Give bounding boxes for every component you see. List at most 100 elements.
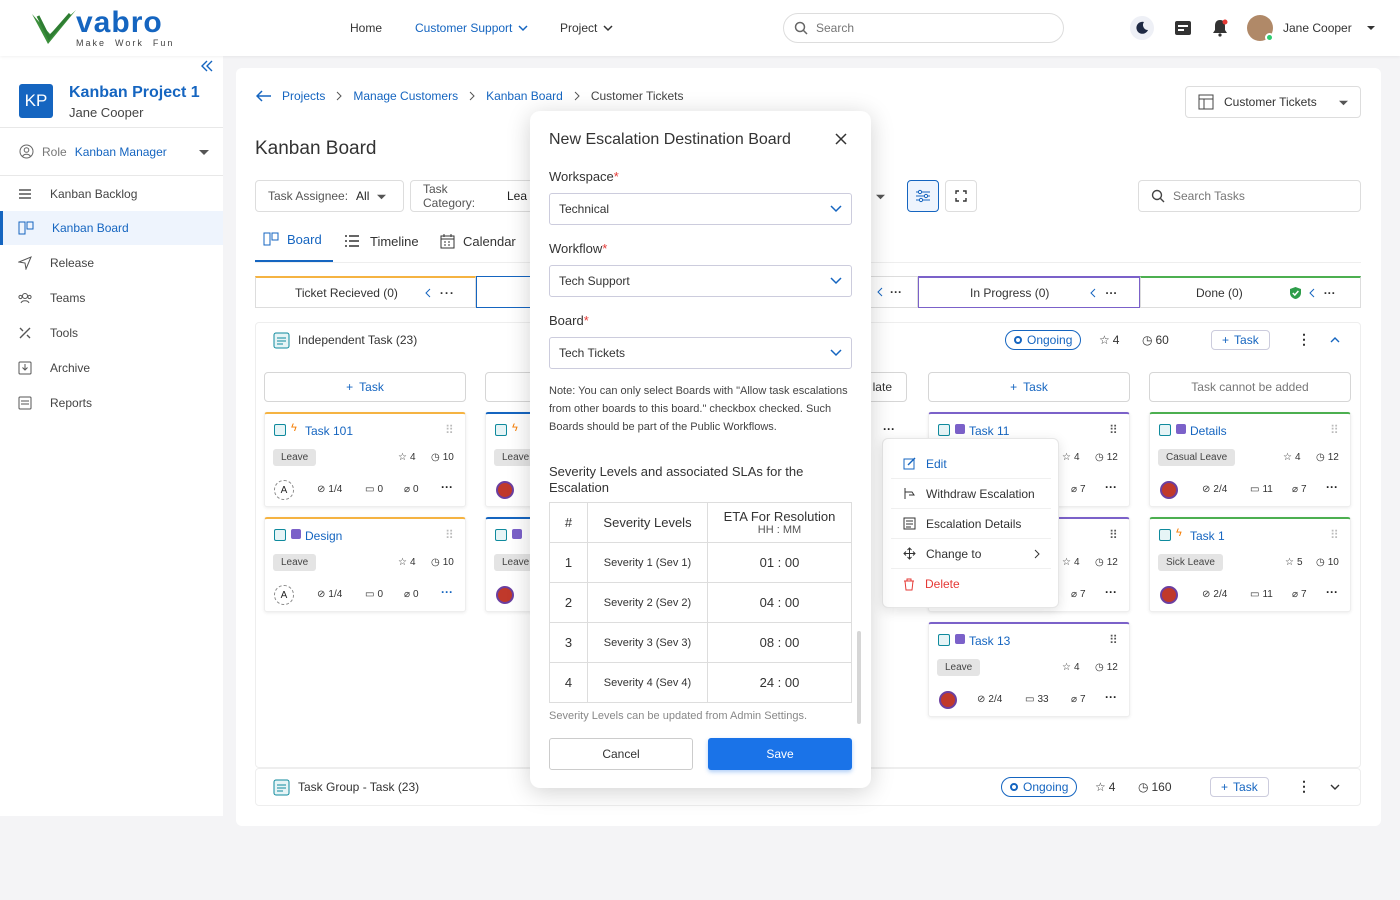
- sidebar-item-archive[interactable]: Archive: [0, 351, 223, 385]
- user-menu[interactable]: Jane Cooper: [1283, 21, 1376, 35]
- user-avatar[interactable]: [1247, 15, 1274, 42]
- menu-item-delete[interactable]: Delete: [891, 569, 1051, 599]
- save-button[interactable]: Save: [708, 738, 852, 770]
- tab-calendar[interactable]: Calendar: [440, 234, 516, 249]
- sidebar-item-teams[interactable]: Teams: [0, 281, 223, 315]
- add-task-button-col1[interactable]: + Task: [264, 372, 466, 402]
- chevron-left-icon[interactable]: [1089, 288, 1097, 298]
- chevron-up-icon[interactable]: [1330, 336, 1340, 344]
- chevron-down-icon[interactable]: [1330, 783, 1340, 791]
- sla-eta[interactable]: 24 : 00: [707, 662, 852, 703]
- search-input[interactable]: [816, 21, 1036, 35]
- more-icon[interactable]: ···: [1105, 585, 1117, 599]
- task-title[interactable]: Task 101: [305, 424, 353, 438]
- vabro-logo[interactable]: vabro Make Work Fun: [30, 8, 174, 48]
- task-title[interactable]: Design: [305, 529, 342, 543]
- chevron-left-icon[interactable]: [876, 287, 884, 297]
- chevron-left-icon[interactable]: [424, 288, 432, 298]
- notification-bell-icon[interactable]: [1212, 19, 1228, 37]
- assignee-avatar[interactable]: [939, 691, 957, 709]
- drag-handle-icon[interactable]: ⠿: [1330, 423, 1339, 437]
- add-task-button[interactable]: + Task: [1211, 330, 1270, 350]
- breadcrumb-projects[interactable]: Projects: [282, 89, 325, 103]
- collapse-sidebar-icon[interactable]: [200, 60, 214, 72]
- nav-project[interactable]: Project: [560, 21, 613, 35]
- task-title[interactable]: Task 11: [969, 424, 1009, 438]
- nav-customer-support[interactable]: Customer Support: [415, 21, 528, 35]
- back-arrow-icon[interactable]: [256, 90, 272, 102]
- category-filter[interactable]: Task Category: Lea: [410, 180, 540, 212]
- more-icon[interactable]: ···: [890, 285, 902, 299]
- assignee-avatar[interactable]: [1160, 481, 1178, 499]
- close-icon[interactable]: [835, 133, 847, 145]
- role-selector[interactable]: Role Kanban Manager: [19, 144, 209, 159]
- menu-item-escalation-details[interactable]: Escalation Details: [891, 509, 1051, 539]
- more-icon[interactable]: ···: [440, 286, 455, 300]
- sidebar-item-reports[interactable]: Reports: [0, 386, 223, 420]
- breadcrumb-manage-customers[interactable]: Manage Customers: [353, 89, 458, 103]
- global-search[interactable]: [783, 13, 1064, 43]
- task-card[interactable]: Design ⠿ Leave ☆ 4 ◷ 10 A ⊘ 1/4 ▭ 0 ⌀ 0 ···: [264, 517, 466, 612]
- assignee-filter[interactable]: Task Assignee: All: [255, 180, 404, 212]
- more-icon[interactable]: ···: [1105, 690, 1117, 704]
- task-title[interactable]: Task 1: [1190, 529, 1225, 543]
- sla-eta[interactable]: 04 : 00: [707, 582, 852, 623]
- filter-settings-icon[interactable]: [907, 180, 939, 212]
- menu-item-change-to[interactable]: Change to: [891, 539, 1051, 569]
- drag-handle-icon[interactable]: ⠿: [1109, 528, 1118, 542]
- task-title[interactable]: Details: [1190, 424, 1227, 438]
- add-task-button-col-in-progress[interactable]: + Task: [928, 372, 1130, 402]
- inbox-icon[interactable]: [1174, 20, 1192, 36]
- assignee-avatar[interactable]: [1160, 586, 1178, 604]
- drag-handle-icon[interactable]: ⠿: [445, 528, 454, 542]
- project-name[interactable]: Kanban Project 1: [69, 84, 200, 102]
- breadcrumb-kanban-board[interactable]: Kanban Board: [486, 89, 563, 103]
- task-card[interactable]: Details ⠿ Casual Leave ☆ 4 ◷ 12 ⊘ 2/4 ▭ 11 ⌀…: [1149, 412, 1351, 507]
- dark-mode-icon[interactable]: [1130, 16, 1154, 40]
- sidebar-item-kanban-board[interactable]: Kanban Board: [0, 211, 223, 245]
- chevron-left-icon[interactable]: [1308, 288, 1316, 298]
- tab-timeline[interactable]: Timeline: [344, 234, 419, 249]
- fullscreen-icon[interactable]: [945, 180, 977, 212]
- more-icon[interactable]: ···: [883, 422, 895, 436]
- sidebar-item-release[interactable]: Release: [0, 246, 223, 280]
- drag-handle-icon[interactable]: ⠿: [445, 423, 454, 437]
- task-title[interactable]: Task 13: [969, 634, 1010, 648]
- cancel-button[interactable]: Cancel: [549, 738, 693, 770]
- more-icon[interactable]: ···: [1105, 286, 1117, 300]
- tab-board[interactable]: Board: [255, 232, 333, 262]
- more-icon[interactable]: ···: [1326, 480, 1338, 494]
- more-icon[interactable]: ···: [1105, 480, 1117, 494]
- task-card[interactable]: Leave: [485, 517, 535, 612]
- more-icon[interactable]: ···: [1324, 286, 1336, 300]
- board-select[interactable]: Tech Tickets: [549, 337, 852, 369]
- search-tasks[interactable]: Search Tasks: [1138, 180, 1361, 212]
- more-icon[interactable]: ···: [441, 585, 453, 599]
- add-task-button[interactable]: + Task: [1210, 777, 1269, 797]
- modal-scrollbar[interactable]: [857, 631, 861, 724]
- drag-handle-icon[interactable]: ⠿: [1109, 633, 1118, 647]
- assign-user-icon[interactable]: A: [274, 480, 294, 500]
- more-vertical-icon[interactable]: ⋮: [1297, 331, 1311, 348]
- more-icon[interactable]: ···: [1326, 585, 1338, 599]
- menu-item-edit[interactable]: Edit: [891, 449, 1051, 479]
- task-card[interactable]: ϟ Leave: [485, 412, 535, 507]
- nav-home[interactable]: Home: [350, 21, 382, 35]
- workspace-select[interactable]: Technical: [549, 193, 852, 225]
- board-selector[interactable]: Customer Tickets: [1185, 86, 1361, 118]
- sla-eta[interactable]: 01 : 00: [707, 542, 852, 583]
- more-icon[interactable]: ···: [441, 480, 453, 494]
- sidebar-item-tools[interactable]: Tools: [0, 316, 223, 350]
- task-card[interactable]: Task 13 ⠿ Leave ☆ 4 ◷ 12 ⊘ 2/4 ▭ 33 ⌀ 7 ···: [928, 622, 1130, 717]
- task-card[interactable]: ϟ Task 1 ⠿ Sick Leave ☆ 5 ◷ 10 ⊘ 2/4 ▭ 11 ⌀ 7…: [1149, 517, 1351, 612]
- assignee-avatar[interactable]: [496, 586, 514, 604]
- drag-handle-icon[interactable]: ⠿: [1109, 423, 1118, 437]
- sidebar-item-kanban-backlog[interactable]: Kanban Backlog: [0, 177, 223, 211]
- workflow-select[interactable]: Tech Support: [549, 265, 852, 297]
- task-card[interactable]: ϟ Task 101 ⠿ Leave ☆ 4 ◷ 10 A ⊘ 1/4 ▭ 0 ⌀ 0 ·…: [264, 412, 466, 507]
- menu-item-withdraw-escalation[interactable]: Withdraw Escalation: [891, 479, 1051, 509]
- sla-eta[interactable]: 08 : 00: [707, 622, 852, 663]
- drag-handle-icon[interactable]: ⠿: [1330, 528, 1339, 542]
- assign-user-icon[interactable]: A: [274, 585, 294, 605]
- assignee-avatar[interactable]: [496, 481, 514, 499]
